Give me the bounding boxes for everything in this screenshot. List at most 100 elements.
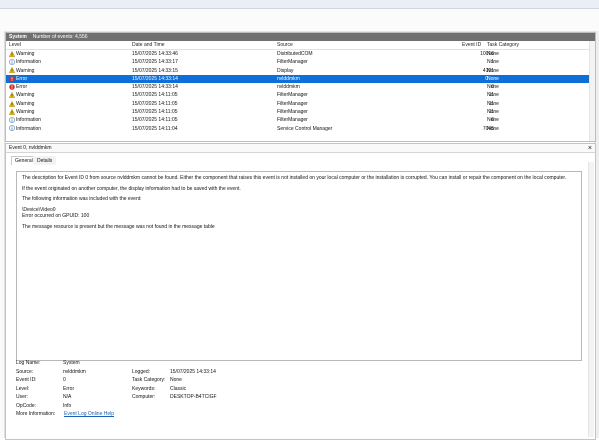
event-id-cell: 7045 [482, 125, 494, 132]
top-area [0, 9, 599, 32]
source-cell: Service Control Manager [277, 125, 333, 132]
event-row[interactable]: Warning 15/07/2025 14:11:05 FilterManager N… [6, 100, 595, 108]
event-row[interactable]: Warning 15/07/2025 14:33:46 DistributedCOM… [6, 50, 595, 58]
column-date-time[interactable]: Date and Time [132, 42, 165, 48]
keywords-label: Keywords: [132, 385, 156, 392]
more-info-label: More Information: [16, 411, 56, 417]
logged-label: Logged: [132, 368, 151, 375]
date-cell: 15/07/2025 14:11:04 [132, 125, 178, 132]
source-cell: DistributedCOM [277, 51, 313, 57]
log-name-label: Log Name: [16, 360, 41, 366]
event-properties: Log Name: System Source: nvlddmkm Logged… [16, 360, 576, 420]
event-log-online-help-link[interactable]: Event Log Online Help [64, 411, 114, 417]
event-id-cell: 11 [488, 100, 494, 107]
description-paragraph: If the event originated on another compu… [22, 185, 241, 192]
date-cell: 15/07/2025 14:33:46 [132, 51, 178, 57]
level-cell: Warning [16, 92, 35, 99]
prop-row: Event ID: 0 Task Category: None [16, 377, 576, 386]
column-event-id[interactable]: Event ID [462, 42, 481, 48]
task-cell: None [487, 75, 499, 82]
prop-row: User: N/A Computer: DESKTOP-B4TCIGF [16, 394, 576, 403]
source-cell: FilterManager [277, 117, 308, 124]
info-icon [9, 117, 15, 124]
level-cell: Information [16, 117, 42, 124]
level-value: Error [63, 385, 75, 392]
level-cell: Warning [16, 100, 35, 107]
event-list-panel: System Number of events: 4,556 Level Dat… [5, 32, 596, 142]
description-error: Error occurred on GPUID: 100 [22, 213, 90, 220]
date-cell: 15/07/2025 14:11:05 [132, 109, 178, 116]
error-icon [9, 84, 15, 90]
source-cell: nvlddmkm [277, 84, 300, 91]
tab-details[interactable]: Details [33, 156, 57, 165]
event-id-cell: 1 [491, 59, 494, 66]
task-category-value: None [170, 377, 182, 383]
column-headers: Level Date and Time Source Event ID Task… [6, 41, 595, 50]
level-cell: Warning [16, 51, 35, 57]
event-id-cell: 11 [488, 92, 494, 99]
task-category-label: Task Category: [132, 377, 166, 383]
prop-row: More Information: Event Log Online Help [16, 411, 576, 420]
event-id-value: 0 [63, 377, 66, 383]
event-row[interactable]: Information 15/07/2025 14:11:05 FilterMana… [6, 116, 595, 124]
event-id-label: Event ID: [16, 377, 37, 383]
event-row[interactable]: Warning 15/07/2025 14:33:15 Display None 410… [6, 67, 595, 75]
top-toolbar-strip [0, 0, 599, 9]
level-cell: Warning [16, 67, 35, 74]
source-cell: FilterManager [277, 92, 308, 99]
event-detail-panel: Event 0, nvlddmkm × General Details The … [5, 143, 596, 440]
opcode-value: Info [63, 402, 72, 409]
column-source[interactable]: Source [277, 42, 293, 48]
date-cell: 15/07/2025 14:33:17 [132, 59, 178, 66]
warning-icon [8, 67, 16, 74]
event-list-scrollbar[interactable] [589, 41, 595, 141]
warning-icon [8, 92, 16, 99]
computer-value: DESKTOP-B4TCIGF [170, 394, 217, 400]
date-cell: 15/07/2025 14:11:05 [132, 117, 178, 124]
event-rows: Warning 15/07/2025 14:33:46 DistributedCOM… [6, 50, 595, 133]
prop-row: OpCode: Info [16, 403, 576, 412]
event-list-header: System Number of events: 4,556 [6, 33, 595, 41]
event-id-cell: 4101 [482, 67, 494, 74]
column-task-category[interactable]: Task Category [487, 42, 519, 48]
prop-row: Log Name: System [16, 360, 576, 369]
computer-label: Computer: [132, 394, 156, 400]
log-name-value: System [63, 360, 80, 366]
event-row[interactable]: Information 15/07/2025 14:33:17 FilterMana… [6, 58, 595, 66]
source-cell: FilterManager [277, 100, 308, 107]
description-paragraph: The message resource is present but the … [22, 224, 215, 231]
log-name: System [9, 34, 27, 40]
logged-value: 15/07/2025 14:33:14 [170, 368, 216, 375]
info-icon [9, 59, 15, 66]
user-label: User: [16, 394, 28, 400]
level-label: Level: [16, 385, 30, 392]
keywords-value: Classic [170, 385, 187, 392]
event-row[interactable]: Warning 15/07/2025 14:11:05 FilterManager N… [6, 108, 595, 116]
event-count: Number of events: 4,556 [32, 34, 88, 40]
event-id-cell: 6 [491, 117, 494, 124]
event-row[interactable]: Information 15/07/2025 14:11:04 Service Co… [6, 125, 595, 133]
event-description: The description for Event ID 0 from sour… [16, 171, 582, 361]
error-icon [9, 75, 15, 82]
close-icon[interactable]: × [588, 145, 592, 152]
opcode-label: OpCode: [16, 402, 37, 409]
detail-title: Event 0, nvlddmkm [9, 145, 52, 151]
column-level[interactable]: Level [9, 42, 21, 48]
source-cell: nvlddmkm [277, 75, 300, 82]
prop-row: Source: nvlddmkm Logged: 15/07/2025 14:3… [16, 369, 576, 378]
description-paragraph: The following information was included w… [22, 196, 142, 203]
source-cell: FilterManager [277, 59, 308, 66]
event-row[interactable]: Warning 15/07/2025 14:11:05 FilterManager N… [6, 91, 595, 99]
event-row[interactable]: Error 15/07/2025 14:33:14 nvlddmkm None 0 [6, 74, 589, 84]
source-cell: FilterManager [277, 109, 308, 116]
detail-header: Event 0, nvlddmkm × [6, 144, 595, 153]
warning-icon [8, 100, 16, 107]
detail-tabs: General Details [6, 156, 595, 165]
user-value: N/A [63, 394, 72, 400]
source-cell: Display [277, 67, 294, 74]
detail-scrollbar[interactable] [588, 162, 594, 437]
event-id-cell: 0 [485, 75, 488, 82]
event-row[interactable]: Error 15/07/2025 14:33:14 nvlddmkm None 0 [6, 83, 595, 91]
level-cell: Information [16, 125, 42, 132]
level-cell: Error [16, 84, 28, 91]
